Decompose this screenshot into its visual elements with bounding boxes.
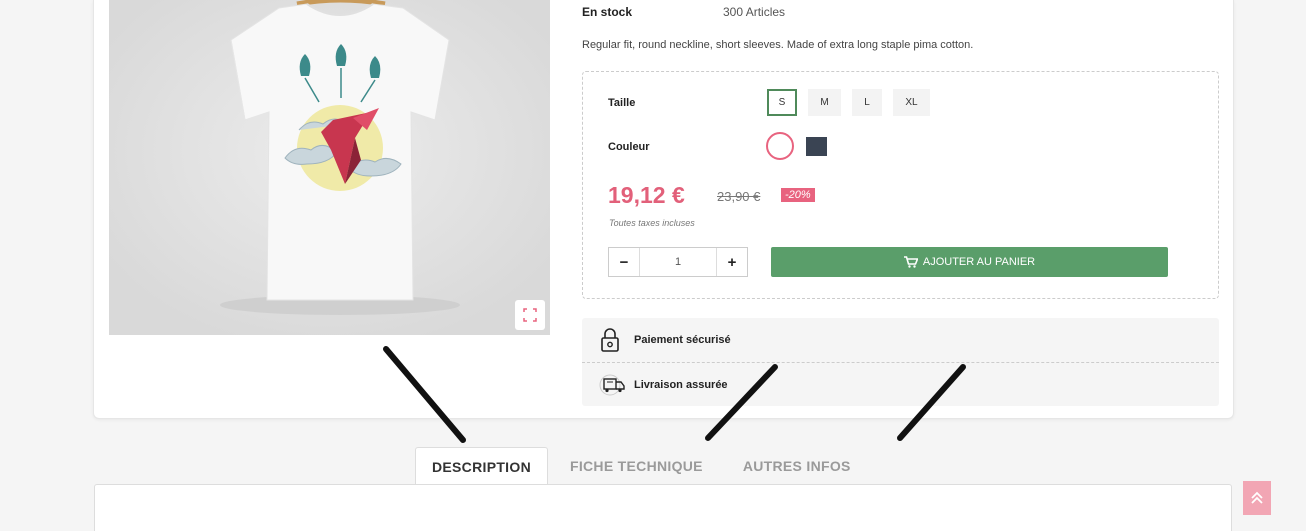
- discount-badge: -20%: [781, 188, 815, 202]
- double-chevron-up-icon: [1251, 491, 1263, 504]
- size-option-xl[interactable]: XL: [893, 89, 930, 116]
- tshirt-illustration: [109, 0, 550, 335]
- delivery-truck-icon: [599, 374, 625, 395]
- reassurance-block: Paiement sécurisé Livraison assurée: [582, 318, 1219, 406]
- quantity-increase-button[interactable]: +: [716, 248, 747, 276]
- product-image[interactable]: [109, 0, 550, 335]
- reassurance-delivery-label: Livraison assurée: [634, 378, 728, 391]
- add-to-cart-button[interactable]: AJOUTER AU PANIER: [771, 247, 1168, 277]
- quantity-decrease-button[interactable]: −: [609, 248, 640, 276]
- color-label: Couleur: [608, 141, 650, 153]
- product-description: Regular fit, round neckline, short sleev…: [582, 39, 974, 51]
- tax-note: Toutes taxes incluses: [609, 218, 695, 228]
- product-tabs: DESCRIPTION FICHE TECHNIQUE AUTRES INFOS: [415, 447, 867, 485]
- size-label: Taille: [608, 97, 636, 109]
- tab-description[interactable]: DESCRIPTION: [415, 447, 548, 485]
- reassurance-payment: Paiement sécurisé: [582, 318, 1219, 362]
- reassurance-delivery: Livraison assurée: [582, 362, 1219, 406]
- reassurance-payment-label: Paiement sécurisé: [634, 334, 731, 346]
- cart-icon: [903, 256, 918, 268]
- color-swatch-white[interactable]: [766, 132, 794, 160]
- expand-icon: [523, 308, 537, 322]
- quantity-stepper: − 1 +: [608, 247, 748, 277]
- current-price: 19,12 €: [608, 182, 685, 208]
- old-price: 23,90 €: [717, 189, 761, 204]
- color-swatch-dark[interactable]: [806, 137, 827, 156]
- size-option-l[interactable]: L: [852, 89, 882, 116]
- quantity-input[interactable]: 1: [640, 248, 716, 276]
- scroll-to-top-button[interactable]: [1243, 481, 1271, 515]
- expand-image-button[interactable]: [515, 300, 545, 330]
- tab-fiche-technique[interactable]: FICHE TECHNIQUE: [548, 447, 719, 485]
- size-option-m[interactable]: M: [808, 89, 841, 116]
- add-to-cart-label: AJOUTER AU PANIER: [922, 256, 1036, 268]
- stock-value: 300 Articles: [723, 5, 786, 19]
- size-option-s[interactable]: S: [767, 89, 797, 116]
- tab-content-panel: [94, 484, 1232, 531]
- stock-label: En stock: [582, 5, 633, 19]
- lock-icon: [601, 328, 619, 352]
- tab-autres-infos[interactable]: AUTRES INFOS: [719, 447, 867, 485]
